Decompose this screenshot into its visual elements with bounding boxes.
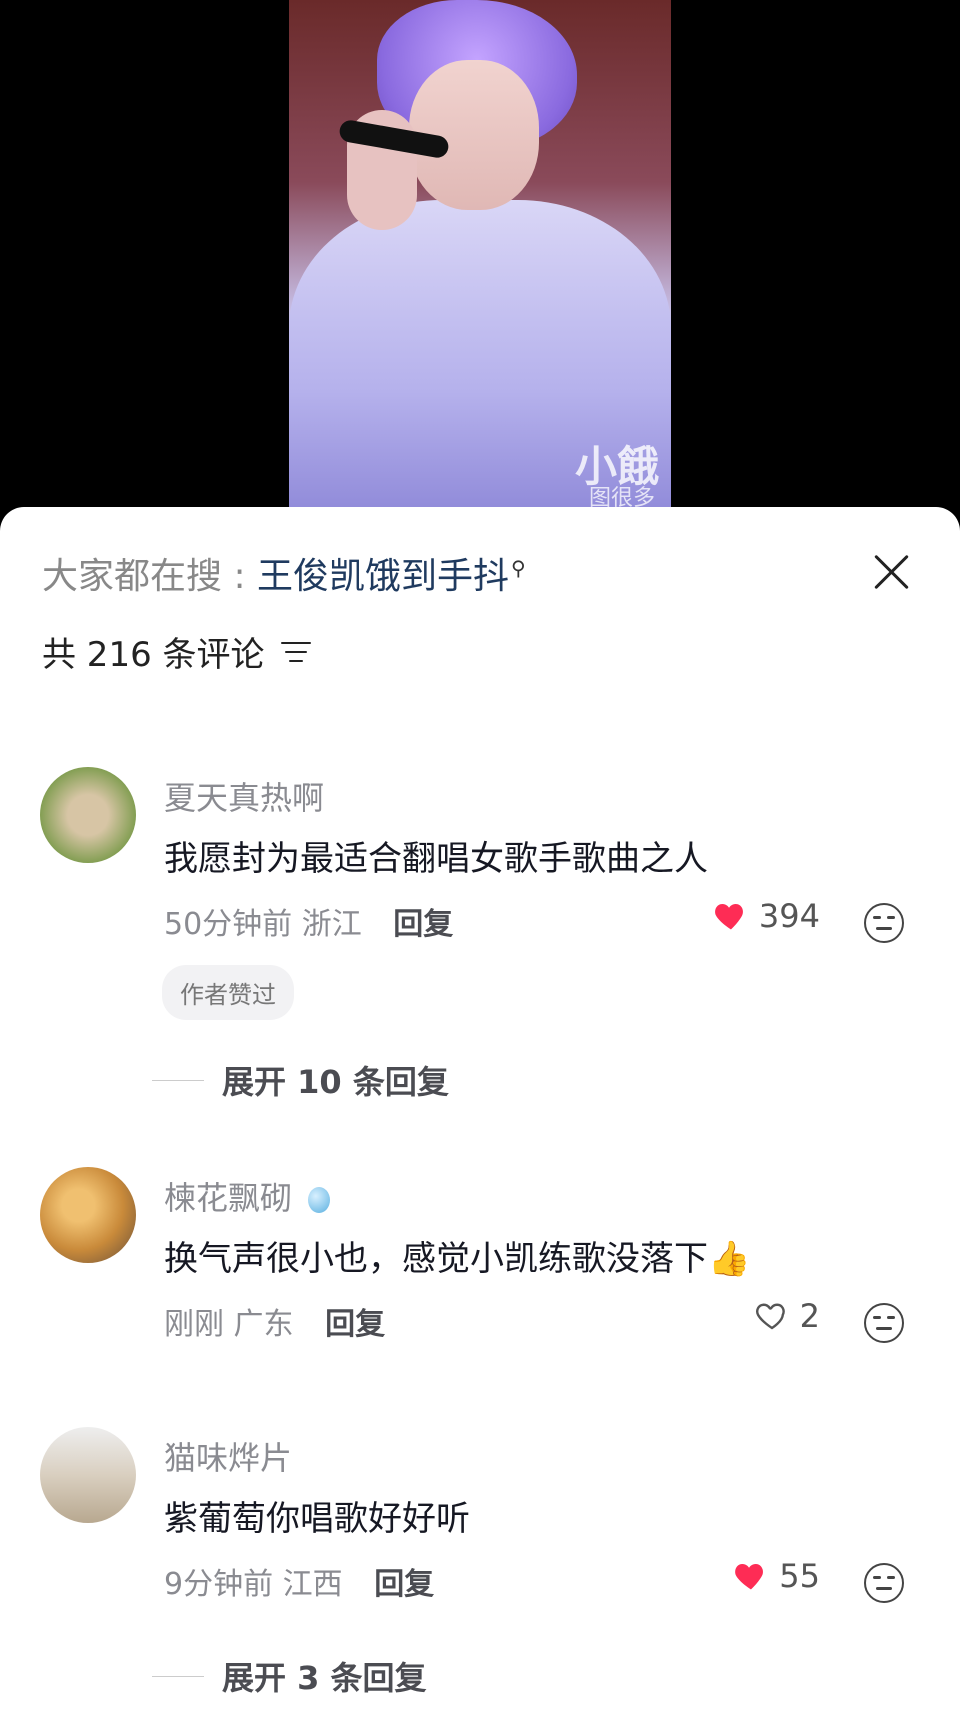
emoji-reaction-icon[interactable] — [864, 903, 904, 943]
avatar[interactable] — [40, 1167, 136, 1263]
avatar[interactable] — [40, 1427, 136, 1523]
comment-meta: 50分钟前 浙江 回复 — [164, 899, 453, 943]
heart-filled-icon — [715, 904, 743, 930]
search-suggestion[interactable]: 大家都在搜 : 王俊凯饿到手抖 ⚲ — [42, 547, 526, 599]
search-suggestion-term[interactable]: 王俊凯饿到手抖 — [257, 556, 509, 597]
comment-location: 广东 — [233, 1307, 294, 1342]
comments-sheet: 大家都在搜 : 王俊凯饿到手抖 ⚲ 共 216 条评论 夏天真热啊 我愿封为最适合… — [0, 507, 960, 1736]
video-frame: 小餓 图很多 — [289, 0, 671, 520]
heart-filled-icon — [735, 1564, 764, 1590]
close-button[interactable] — [866, 547, 916, 597]
sort-filter-icon[interactable] — [280, 640, 311, 664]
divider-line — [152, 1079, 204, 1081]
comment-text: 紫葡萄你唱歌好好听 — [164, 1499, 470, 1539]
comments-count: 共 216 条评论 — [42, 635, 265, 675]
comment-text: 我愿封为最适合翻唱女歌手歌曲之人 — [164, 839, 708, 879]
author-liked-badge: 作者赞过 — [162, 965, 294, 1020]
emoji-reaction-icon[interactable] — [864, 1563, 904, 1603]
comment-username[interactable]: 猫味烨片 — [164, 1433, 292, 1479]
comment-username-text: 楝花飘砌 — [164, 1179, 293, 1217]
expand-replies-label: 展开 3 条回复 — [222, 1659, 427, 1697]
search-suggestion-prefix: 大家都在搜 : — [42, 556, 258, 597]
comment-time: 50分钟前 — [164, 907, 293, 942]
avatar[interactable] — [40, 767, 136, 863]
comment-text: 换气声很小也，感觉小凯练歌没落下👍 — [164, 1239, 751, 1279]
reply-button[interactable]: 回复 — [374, 1567, 434, 1602]
like-button[interactable]: 394 — [713, 897, 820, 935]
expand-replies-label: 展开 10 条回复 — [222, 1063, 449, 1101]
like-count: 2 — [799, 1297, 820, 1335]
like-button[interactable]: 55 — [733, 1557, 820, 1595]
comments-count-row: 共 216 条评论 — [42, 627, 311, 676]
comment-location: 浙江 — [301, 907, 362, 942]
comment-username[interactable]: 楝花飘砌 — [164, 1173, 331, 1219]
comment-meta: 刚刚 广东 回复 — [164, 1299, 385, 1343]
comment-time: 刚刚 — [164, 1307, 224, 1342]
like-button[interactable]: 2 — [754, 1297, 820, 1335]
comment-username[interactable]: 夏天真热啊 — [164, 773, 324, 819]
balloon-icon — [308, 1187, 331, 1213]
comment-location: 江西 — [282, 1567, 343, 1602]
reply-button[interactable]: 回复 — [325, 1307, 385, 1342]
expand-replies-button[interactable]: 展开 3 条回复 — [152, 1653, 427, 1699]
video-player[interactable]: 小餓 图很多 — [0, 0, 960, 520]
heart-outline-icon — [755, 1303, 785, 1330]
divider-line — [152, 1675, 204, 1677]
reply-button[interactable]: 回复 — [393, 907, 453, 942]
like-count: 55 — [779, 1557, 820, 1595]
expand-replies-button[interactable]: 展开 10 条回复 — [152, 1057, 449, 1103]
like-count: 394 — [758, 897, 820, 935]
comment-time: 9分钟前 — [164, 1567, 274, 1602]
emoji-reaction-icon[interactable] — [864, 1303, 904, 1343]
search-icon: ⚲ — [511, 556, 526, 580]
comment-meta: 9分钟前 江西 回复 — [164, 1559, 434, 1603]
